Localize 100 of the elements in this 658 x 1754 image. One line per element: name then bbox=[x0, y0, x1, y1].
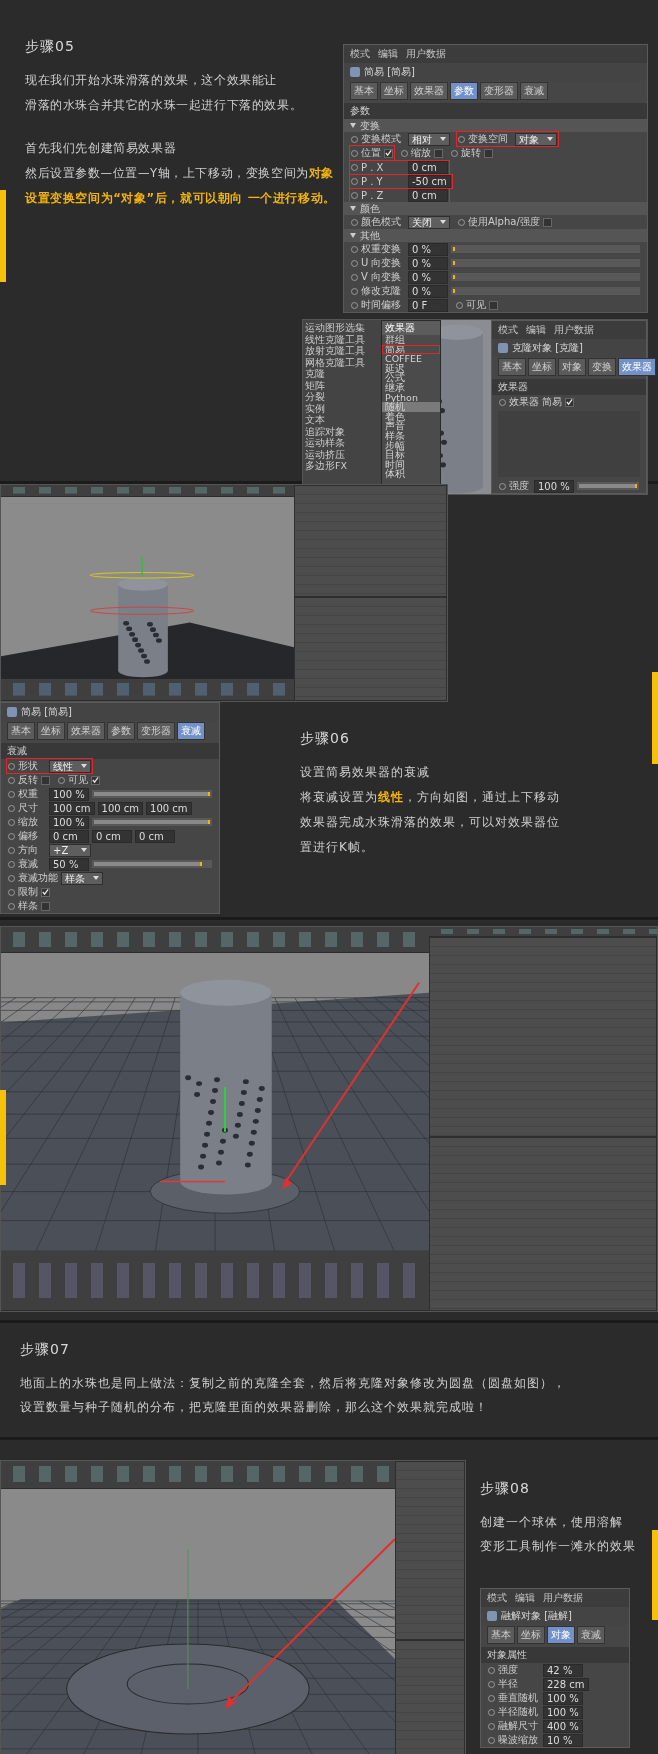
input-field[interactable]: 0 F bbox=[408, 298, 448, 312]
menu-item[interactable]: 文本 bbox=[305, 414, 379, 426]
menu-item[interactable]: 用户数据 bbox=[406, 47, 446, 61]
tab[interactable]: 衰减 bbox=[577, 1626, 605, 1644]
input-field[interactable]: 100 cm bbox=[146, 801, 192, 815]
input-field[interactable]: 0 cm bbox=[408, 188, 448, 202]
tab[interactable]: 坐标 bbox=[380, 82, 408, 100]
dropdown[interactable]: 对象 bbox=[515, 132, 557, 146]
input-field[interactable]: 0 cm bbox=[49, 829, 89, 843]
input-field[interactable]: 100 cm bbox=[49, 801, 95, 815]
input-field[interactable]: 0 % bbox=[408, 284, 448, 298]
slider-track[interactable] bbox=[451, 245, 640, 253]
slider-track[interactable] bbox=[451, 273, 640, 281]
checkbox[interactable] bbox=[434, 148, 443, 158]
input-field[interactable]: 50 % bbox=[49, 857, 89, 871]
menu-item[interactable]: 样条 bbox=[382, 430, 440, 441]
group-header[interactable]: 其他 bbox=[344, 229, 647, 242]
tab[interactable]: 效果器 bbox=[67, 722, 105, 740]
tab[interactable]: 衰减 bbox=[520, 82, 548, 100]
input-field[interactable]: 100 cm bbox=[97, 801, 144, 815]
checkbox[interactable] bbox=[91, 775, 100, 785]
input-field[interactable]: 228 cm bbox=[543, 1677, 589, 1691]
dropdown[interactable]: 相对 bbox=[408, 132, 450, 146]
menu-item[interactable]: 放射克隆工具 bbox=[305, 345, 379, 357]
menu-item[interactable]: 延迟 bbox=[382, 363, 440, 374]
input-field[interactable]: 0 cm bbox=[408, 160, 448, 174]
menu-item[interactable]: 体积 bbox=[382, 469, 440, 479]
menu-item[interactable]: 用户数据 bbox=[554, 323, 594, 337]
dropdown[interactable]: 关闭 bbox=[408, 215, 450, 229]
tab[interactable]: 变形器 bbox=[137, 722, 175, 740]
input-field[interactable]: 0 % bbox=[408, 270, 448, 284]
checkbox[interactable] bbox=[484, 148, 493, 158]
tab[interactable]: 基本 bbox=[498, 358, 526, 376]
menu-item[interactable]: Python bbox=[382, 392, 440, 403]
tab[interactable]: 参数 bbox=[107, 722, 135, 740]
group-header[interactable]: 颜色 bbox=[344, 202, 647, 215]
input-field[interactable]: 400 % bbox=[543, 1719, 583, 1733]
menu-item[interactable]: 分裂 bbox=[305, 391, 379, 403]
input-field[interactable]: 100 % bbox=[49, 815, 89, 829]
checkbox[interactable] bbox=[384, 148, 393, 158]
tab[interactable]: 坐标 bbox=[37, 722, 65, 740]
tab[interactable]: 对象 bbox=[558, 358, 586, 376]
menu-item[interactable]: 编辑 bbox=[526, 323, 546, 337]
tab[interactable]: 变换 bbox=[588, 358, 616, 376]
input-field[interactable]: 100 % bbox=[543, 1705, 583, 1719]
tab[interactable]: 变形器 bbox=[480, 82, 518, 100]
input-field[interactable]: 0 % bbox=[408, 242, 448, 256]
menu-item[interactable]: 模式 bbox=[350, 47, 370, 61]
input-field[interactable]: 10 % bbox=[543, 1733, 583, 1747]
group-header[interactable]: 变换 bbox=[344, 119, 647, 132]
menu-item[interactable]: 多边形FX bbox=[305, 460, 379, 472]
menu-item[interactable]: 模式 bbox=[487, 1591, 507, 1605]
menu-item[interactable]: 编辑 bbox=[515, 1591, 535, 1605]
input-field[interactable]: 42 % bbox=[543, 1663, 583, 1677]
field-label: 反转 bbox=[18, 773, 38, 787]
input-field[interactable]: -50 cm bbox=[408, 174, 451, 188]
menu-item[interactable]: 编辑 bbox=[378, 47, 398, 61]
menu-item[interactable]: 目标 bbox=[382, 450, 440, 460]
group-label: 其他 bbox=[360, 228, 380, 243]
menu-item[interactable]: 时间 bbox=[382, 459, 440, 470]
dropdown[interactable]: 线性 bbox=[49, 759, 91, 773]
menu-item[interactable]: 模式 bbox=[498, 323, 518, 337]
dropdown[interactable]: +Z bbox=[49, 843, 91, 857]
checkbox[interactable] bbox=[41, 901, 50, 911]
menu-item[interactable]: 继承 bbox=[382, 382, 440, 393]
menu-item[interactable]: 运动样条 bbox=[305, 437, 379, 449]
checkbox[interactable] bbox=[542, 217, 552, 227]
checkbox[interactable] bbox=[41, 887, 50, 897]
input-field[interactable]: 100 % bbox=[543, 1691, 583, 1705]
dropdown[interactable]: 样条 bbox=[61, 871, 103, 885]
slider-track[interactable] bbox=[92, 860, 212, 868]
menu-item[interactable]: 运动图形选集 bbox=[305, 322, 379, 334]
tab[interactable]: 坐标 bbox=[528, 358, 556, 376]
tab[interactable]: 坐标 bbox=[517, 1626, 545, 1644]
input-field[interactable]: 0 % bbox=[408, 256, 448, 270]
input-field[interactable]: 100 % bbox=[49, 787, 89, 801]
input-field[interactable]: 0 cm bbox=[135, 829, 175, 843]
menu-item[interactable]: 追踪对象 bbox=[305, 425, 379, 437]
menu-item[interactable]: 克隆 bbox=[305, 368, 379, 380]
menu-item[interactable]: 公式 bbox=[382, 373, 440, 383]
checkbox[interactable] bbox=[489, 300, 498, 310]
menu-item[interactable]: 实例 bbox=[305, 402, 379, 414]
menu-item[interactable]: 矩阵 bbox=[305, 379, 379, 391]
tab[interactable]: 基本 bbox=[7, 722, 35, 740]
slider-track[interactable] bbox=[451, 259, 640, 267]
menu-item[interactable]: 声音 bbox=[382, 421, 440, 431]
menu-item[interactable]: 线性克隆工具 bbox=[305, 333, 379, 345]
menu-item[interactable]: 网格克隆工具 bbox=[305, 356, 379, 368]
tab[interactable]: 基本 bbox=[350, 82, 378, 100]
menu-item[interactable]: 着色 bbox=[382, 411, 440, 422]
menu-item[interactable]: 步幅 bbox=[382, 440, 440, 451]
checkbox[interactable] bbox=[41, 775, 50, 785]
checkbox[interactable] bbox=[565, 397, 575, 407]
input-field[interactable]: 0 cm bbox=[92, 829, 132, 843]
tab[interactable]: 基本 bbox=[487, 1626, 515, 1644]
menu-item[interactable]: 运动挤压 bbox=[305, 448, 379, 460]
slider-track[interactable] bbox=[451, 287, 640, 295]
input-field[interactable]: 100 % bbox=[534, 479, 574, 493]
menu-item[interactable]: 用户数据 bbox=[543, 1591, 583, 1605]
tab[interactable]: 效果器 bbox=[410, 82, 448, 100]
